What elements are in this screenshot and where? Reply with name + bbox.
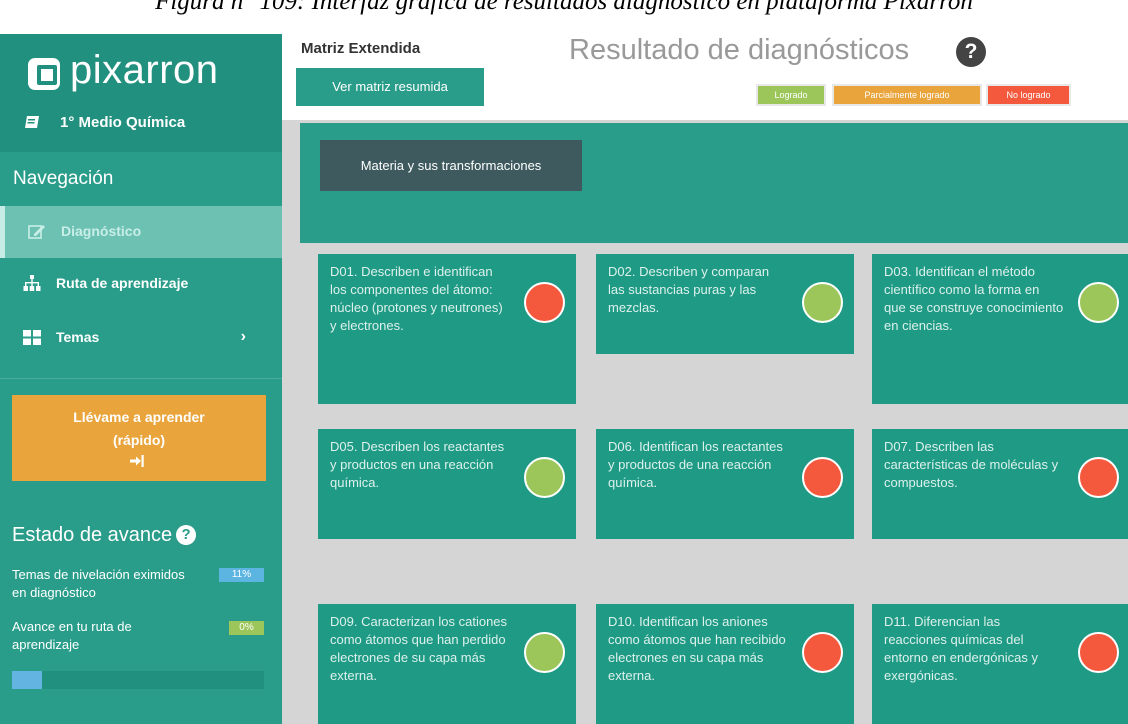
nav-item-temas[interactable]: Temas ›: [0, 312, 282, 364]
card-text: D05. Describen los reactantes y producto…: [330, 439, 505, 490]
sign-in-icon: [130, 455, 144, 467]
card-text: D02. Describen y comparan las sustancias…: [608, 264, 770, 315]
card-text: D03. Identifican el método científico co…: [884, 264, 1064, 333]
progress-label-nivelacion: Temas de nivelación eximidos en diagnóst…: [12, 567, 185, 600]
nav-item-label: Temas: [56, 329, 100, 345]
status-indicator-icon: [802, 632, 843, 673]
help-icon[interactable]: ?: [176, 525, 197, 545]
cta-line-2: (rápido): [112, 432, 166, 448]
card-text: D09. Caracterizan los cationes como átom…: [330, 614, 508, 683]
cta-line-1: Llévame a aprender: [73, 409, 205, 425]
status-indicator-icon: [802, 282, 843, 323]
status-indicator-icon: [524, 632, 565, 673]
diagnostic-card[interactable]: D01. Describen e identifican los compone…: [318, 254, 576, 404]
nav-heading: Navegación: [0, 152, 282, 206]
progress-title: Estado de avance?: [12, 524, 197, 547]
sidebar-divider: [0, 378, 282, 379]
status-indicator-icon: [524, 282, 565, 323]
card-text: D11. Diferencian las reacciones químicas…: [884, 614, 1038, 683]
brand-name: pixarron: [70, 48, 219, 92]
course-selector[interactable]: 1° Medio Química: [0, 96, 282, 152]
learn-fast-button[interactable]: Llévame a aprender (rápido): [12, 395, 266, 481]
edit-icon: [28, 225, 45, 239]
main-panel: Matriz Extendida Ver matriz resumida Res…: [282, 34, 1128, 724]
progress-badge-ruta: 0%: [229, 621, 264, 635]
matrix-title: Matriz Extendida: [301, 40, 421, 57]
diagnostic-card[interactable]: D10. Identifican los aniones como átomos…: [596, 604, 854, 724]
course-label: 1° Medio Química: [60, 114, 186, 131]
status-indicator-icon: [1078, 632, 1119, 673]
progress-bar: [12, 671, 264, 689]
card-text: D10. Identifican los aniones como átomos…: [608, 614, 786, 683]
legend-parcialmente-logrado: Parcialmente logrado: [832, 84, 982, 106]
progress-bar-fill: [12, 671, 43, 689]
progress-label-ruta: Avance en tu ruta de aprendizaje: [12, 619, 132, 652]
view-summary-matrix-button[interactable]: Ver matriz resumida: [296, 68, 484, 106]
nav-item-label: Ruta de aprendizaje: [56, 275, 189, 291]
nav-item-diagnostico[interactable]: Diagnóstico: [0, 206, 282, 258]
help-icon[interactable]: ?: [956, 37, 986, 67]
diagnostic-card[interactable]: D11. Diferencian las reacciones químicas…: [872, 604, 1128, 724]
chevron-right-icon: ›: [240, 328, 246, 345]
sitemap-icon: [23, 275, 41, 291]
legend-no-logrado: No logrado: [986, 84, 1071, 106]
main-header: Matriz Extendida Ver matriz resumida Res…: [282, 34, 1128, 120]
subject-band: Materia y sus transformaciones: [300, 123, 1128, 243]
diagnostic-card[interactable]: D06. Identifican los reactantes y produc…: [596, 429, 854, 539]
logo-area: pixarron: [0, 34, 282, 96]
book-icon: [25, 116, 39, 128]
diagnostic-card[interactable]: D07. Describen las características de mo…: [872, 429, 1128, 539]
card-text: D01. Describen e identifican los compone…: [330, 264, 503, 333]
pixarron-logo-icon: [28, 58, 60, 90]
status-indicator-icon: [524, 457, 565, 498]
diagnostic-card[interactable]: D09. Caracterizan los cationes como átom…: [318, 604, 576, 724]
subject-tab[interactable]: Materia y sus transformaciones: [320, 140, 582, 191]
diagnostic-card[interactable]: D05. Describen los reactantes y producto…: [318, 429, 576, 539]
page-title: Resultado de diagnósticos: [569, 34, 910, 66]
grid-icon: [23, 330, 41, 345]
diagnostic-card[interactable]: D03. Identifican el método científico co…: [872, 254, 1128, 404]
nav-item-label: Diagnóstico: [61, 223, 142, 239]
status-indicator-icon: [802, 457, 843, 498]
card-text: D06. Identifican los reactantes y produc…: [608, 439, 783, 490]
diagnostic-card[interactable]: D02. Describen y comparan las sustancias…: [596, 254, 854, 354]
sidebar: pixarron 1° Medio Química Navegación Dia…: [0, 34, 282, 724]
card-text: D07. Describen las características de mo…: [884, 439, 1059, 490]
status-indicator-icon: [1078, 282, 1119, 323]
status-indicator-icon: [1078, 457, 1119, 498]
nav-item-ruta-de-aprendizaje[interactable]: Ruta de aprendizaje: [0, 258, 282, 310]
progress-badge-nivelacion: 11%: [219, 568, 264, 582]
figure-caption: Figura n° 109: Interfaz gráfica de resul…: [155, 0, 973, 15]
legend-logrado: Logrado: [756, 84, 826, 106]
